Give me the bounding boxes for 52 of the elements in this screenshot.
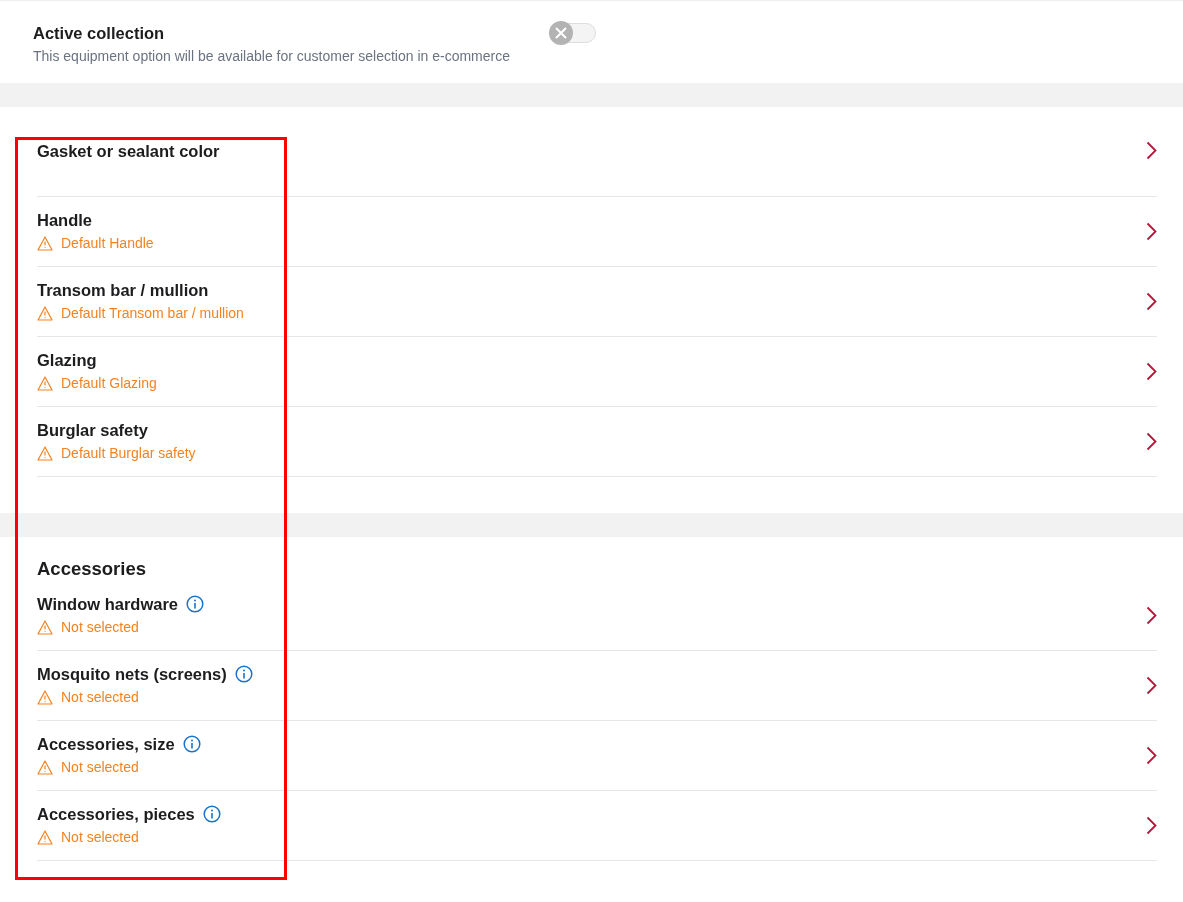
option-title: Accessories, size: [37, 734, 175, 754]
warning-icon: [37, 829, 53, 845]
warning-icon: [37, 445, 53, 461]
warning-icon: [37, 375, 53, 391]
option-title: Accessories, pieces: [37, 804, 195, 824]
chevron-right-icon[interactable]: [1146, 676, 1157, 695]
option-row[interactable]: Transom bar / mullion Default Transom bar / mullion: [37, 267, 1157, 337]
warning-icon: [37, 689, 53, 705]
chevron-right-icon[interactable]: [1146, 432, 1157, 451]
setting-title: Active collection: [33, 23, 166, 43]
info-icon[interactable]: [202, 805, 221, 823]
option-title: Gasket or sealant color: [37, 140, 220, 161]
active-toggle[interactable]: [550, 23, 596, 43]
chevron-right-icon[interactable]: [1146, 816, 1157, 835]
option-title: Window hardware: [37, 594, 179, 614]
option-row[interactable]: Mosquito nets (screens) Not selected: [37, 651, 1157, 721]
option-row[interactable]: Handle Default Handle: [37, 197, 1157, 267]
option-row[interactable]: Burglar safety Default Burglar safety: [37, 407, 1157, 477]
warning-icon: [37, 305, 53, 321]
chevron-right-icon[interactable]: [1146, 141, 1157, 160]
warning-text: Default Transom bar / mullion: [61, 304, 244, 323]
cross-icon: [555, 27, 567, 39]
warning-text: Not selected: [61, 618, 139, 637]
warning-text: Default Burglar safety: [61, 444, 196, 463]
warning-text: Not selected: [61, 828, 139, 847]
option-row[interactable]: Glazing Default Glazing: [37, 337, 1157, 407]
option-row[interactable]: Window hardware Not selected: [37, 581, 1157, 651]
option-title: Burglar safety: [37, 420, 148, 440]
warning-text: Default Handle: [61, 234, 154, 253]
section-heading: Accessories: [37, 557, 148, 581]
option-title: Glazing: [37, 350, 97, 370]
warning-icon: [37, 235, 53, 251]
option-row[interactable]: Accessories, pieces Not selected: [37, 791, 1157, 861]
warning-icon: [37, 759, 53, 775]
warning-text: Default Glazing: [61, 374, 157, 393]
chevron-right-icon[interactable]: [1146, 746, 1157, 765]
setting-description: This equipment option will be available for customer selection in e-commerce: [33, 47, 511, 65]
chevron-right-icon[interactable]: [1146, 292, 1157, 311]
warning-text: Not selected: [61, 758, 139, 777]
warning-icon: [37, 619, 53, 635]
warning-text: Not selected: [61, 688, 139, 707]
info-icon[interactable]: [234, 665, 253, 683]
info-icon[interactable]: [186, 595, 205, 613]
option-row[interactable]: Gasket or sealant color: [37, 127, 1157, 197]
chevron-right-icon[interactable]: [1146, 222, 1157, 241]
option-title: Handle: [37, 210, 92, 230]
option-title: Mosquito nets (screens): [37, 664, 227, 684]
option-row[interactable]: Accessories, size Not selected: [37, 721, 1157, 791]
chevron-right-icon[interactable]: [1146, 362, 1157, 381]
option-title: Transom bar / mullion: [37, 280, 209, 300]
info-icon[interactable]: [182, 735, 201, 753]
chevron-right-icon[interactable]: [1146, 606, 1157, 625]
